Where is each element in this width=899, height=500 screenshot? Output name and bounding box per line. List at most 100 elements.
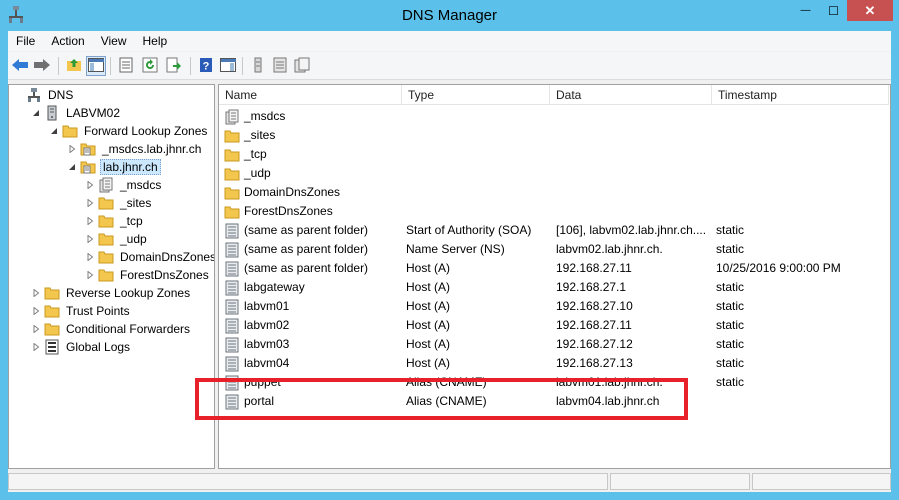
expand-arrow-icon[interactable] [31,302,41,320]
record-icon [224,356,240,372]
record-data: [106], labvm02.lab.jhnr.ch.... [556,223,707,237]
record-row[interactable]: labvm04 Host (A) 192.168.27.13 static [219,354,889,373]
tree-item-domaindnszones[interactable]: DomainDnsZones [85,248,215,266]
tree-item-label: Reverse Lookup Zones [66,286,191,300]
expand-arrow-icon[interactable] [67,140,77,158]
record-name: (same as parent folder) [244,223,369,237]
record-timestamp: static [716,318,745,332]
new-record-button[interactable] [248,56,268,76]
tree-item-udp[interactable]: _udp [85,230,149,248]
column-header-timestamp[interactable]: Timestamp [712,85,889,105]
collapse-arrow-icon[interactable] [67,158,77,176]
record-row[interactable]: _msdcs [219,107,889,126]
back-button[interactable] [10,56,30,76]
help-icon: ? [199,57,213,76]
record-data [556,126,713,145]
forward-button[interactable] [32,56,52,76]
tree-item-trust-points[interactable]: Trust Points [31,302,132,320]
tree-item-labvm02[interactable]: LABVM02 [31,104,122,122]
list-button[interactable] [270,56,290,76]
expand-arrow-icon[interactable] [31,284,41,302]
record-row[interactable]: (same as parent folder) Name Server (NS) l… [219,240,889,259]
folder-icon [224,147,240,163]
tree-item-conditional-forwarders[interactable]: Conditional Forwarders [31,320,192,338]
column-header-data[interactable]: Data [550,85,712,105]
copy-button[interactable] [292,56,312,76]
record-row[interactable]: ForestDnsZones [219,202,889,221]
folder-icon [62,123,78,139]
properties-icon [119,57,133,76]
dns-manager-window: DNS Manager — ☐ ✕ File Action View Help [0,0,899,500]
record-name-cell: DomainDnsZones [224,183,404,202]
menu-action[interactable]: Action [43,31,92,51]
tree-item-forward-lookup-zones[interactable]: Forward Lookup Zones [49,122,209,140]
close-button[interactable]: ✕ [847,0,893,21]
export-list-button[interactable] [164,56,184,76]
properties-button[interactable] [116,56,136,76]
record-row[interactable]: _sites [219,126,889,145]
column-header-name[interactable]: Name [219,85,402,105]
record-row[interactable]: labvm03 Host (A) 192.168.27.12 static [219,335,889,354]
expand-arrow-icon[interactable] [85,248,95,266]
folder-icon [98,213,114,229]
forward-icon [33,58,51,75]
folder-icon [98,231,114,247]
status-cell [610,473,750,490]
column-header-type[interactable]: Type [402,85,550,105]
help-button[interactable]: ? [196,56,216,76]
collapse-arrow-icon[interactable] [31,104,41,122]
record-icon [224,318,240,334]
refresh-icon [142,57,158,76]
tree-item-tcp[interactable]: _tcp [85,212,145,230]
tree-item-forestdnszones[interactable]: ForestDnsZones [85,266,211,284]
record-row[interactable]: labgateway Host (A) 192.168.27.1 static [219,278,889,297]
title-bar[interactable]: DNS Manager — ☐ ✕ [0,0,899,31]
record-type: Host (A) [406,337,451,351]
tree-item-reverse-lookup-zones[interactable]: Reverse Lookup Zones [31,284,192,302]
show-action-pane-button[interactable] [218,56,238,76]
tree-item-sites[interactable]: _sites [85,194,153,212]
record-row[interactable]: DomainDnsZones [219,183,889,202]
expand-arrow-icon[interactable] [85,194,95,212]
tree-item-label: DomainDnsZones [120,250,215,264]
tree-item-msdcs[interactable]: _msdcs [85,176,163,194]
record-row[interactable]: labvm01 Host (A) 192.168.27.10 static [219,297,889,316]
tree-item-dns[interactable]: DNS [13,86,75,104]
record-name: (same as parent folder) [244,261,369,275]
delegated-zone-icon [98,177,114,193]
expand-arrow-icon[interactable] [85,212,95,230]
tree-item-lab-jhnr-ch[interactable]: lab.jhnr.ch [67,158,161,176]
record-type [406,126,556,145]
expand-arrow-icon[interactable] [85,176,95,194]
menu-file[interactable]: File [8,31,43,51]
maximize-button[interactable]: ☐ [820,0,847,21]
record-timestamp [716,126,886,145]
record-row[interactable]: labvm02 Host (A) 192.168.27.11 static [219,316,889,335]
folder-icon [44,285,60,301]
expand-arrow-icon[interactable] [31,338,41,356]
expand-arrow-icon[interactable] [85,266,95,284]
show-console-tree-button[interactable] [86,56,106,76]
tree-item-label: Conditional Forwarders [66,322,191,336]
tree-item-msdcs-lab-jhnr-ch[interactable]: _msdcs.lab.jhnr.ch [67,140,203,158]
record-type: Host (A) [406,356,451,370]
up-one-level-button[interactable] [64,56,84,76]
expand-arrow-icon[interactable] [31,320,41,338]
folder-icon [224,166,240,182]
toolbar-separator [242,57,243,75]
minimize-button[interactable]: — [791,0,820,21]
record-row[interactable]: (same as parent folder) Host (A) 192.168.2… [219,259,889,278]
tree-item-global-logs[interactable]: Global Logs [31,338,132,356]
refresh-button[interactable] [140,56,160,76]
console-tree[interactable]: DNS LABVM02 Forward Lookup Zones _msdcs.lab… [8,84,215,469]
record-name-cell: labvm01 [224,297,404,316]
menu-help[interactable]: Help [135,31,176,51]
record-data [556,164,713,183]
menu-view[interactable]: View [93,31,135,51]
toolbar: ? [8,52,891,80]
expand-arrow-icon[interactable] [85,230,95,248]
record-row[interactable]: _udp [219,164,889,183]
collapse-arrow-icon[interactable] [49,122,59,140]
record-row[interactable]: _tcp [219,145,889,164]
record-row[interactable]: (same as parent folder) Start of Authorit… [219,221,889,240]
